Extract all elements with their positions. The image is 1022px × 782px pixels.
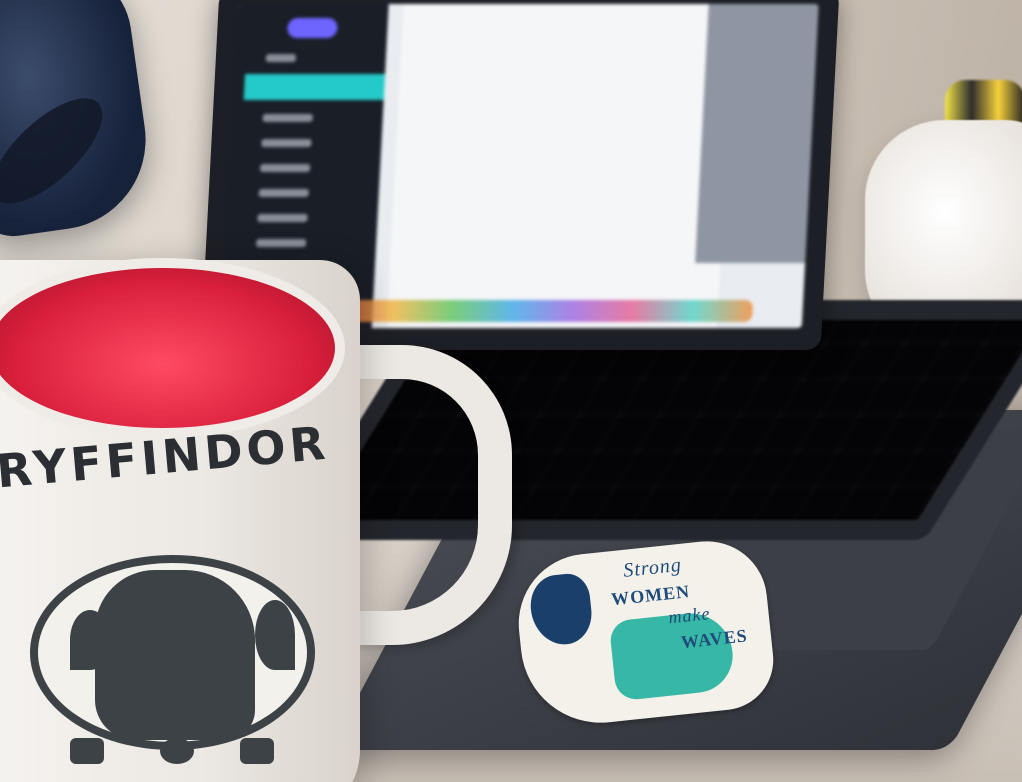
mug-glyph <box>160 738 194 764</box>
screen-sidebar-item <box>262 114 313 122</box>
sticker-text-line: make <box>667 603 712 628</box>
mermaid-sticker: Strong WOMEN make WAVES <box>511 535 779 731</box>
screen-document <box>386 4 734 328</box>
screen-sidebar-item <box>265 54 297 62</box>
flame-emblem <box>255 600 295 670</box>
lion-emblem <box>95 570 255 740</box>
mug-glyph <box>240 738 274 764</box>
screen-sidebar-item <box>261 139 312 147</box>
screen-dock <box>332 300 754 322</box>
screen-sidebar-item <box>259 164 311 172</box>
mermaid-hair <box>527 571 595 648</box>
screen-sidebar-item <box>258 189 310 197</box>
photo-scene: Strong WOMEN make WAVES RYFFINDOR <box>0 0 1022 782</box>
screen-right-panel <box>695 4 819 264</box>
screen-sidebar-item <box>255 239 307 247</box>
mug-glyph <box>70 738 104 764</box>
screen-sidebar-item <box>257 214 308 222</box>
flame-emblem <box>70 610 110 670</box>
screen-sidebar-active-item <box>243 74 386 100</box>
sticker-text-line: Strong <box>622 553 683 582</box>
screen-sidebar-button <box>286 18 338 38</box>
